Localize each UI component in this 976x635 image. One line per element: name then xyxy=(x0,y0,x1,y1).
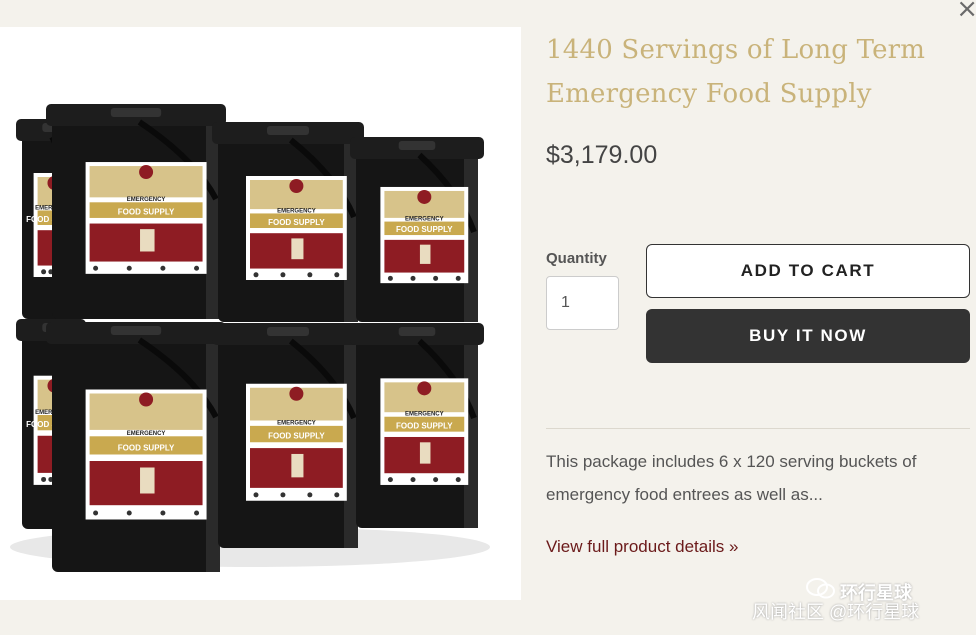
view-details-link[interactable]: View full product details » xyxy=(546,537,738,557)
quantity-label: Quantity xyxy=(546,250,607,267)
bucket-label-line1: EMERGENCY xyxy=(405,412,444,418)
bucket-bottom-center: EMERGENCY FOOD SUPPLY xyxy=(212,323,364,548)
bucket-label-line2: FOOD SUPPLY xyxy=(118,208,175,217)
bucket-label-line1: EMERGENCY xyxy=(277,421,316,427)
quantity-input[interactable] xyxy=(546,276,619,330)
close-icon[interactable]: × xyxy=(956,0,976,24)
bucket-top-left: EMERGENCY FOOD SUPPLY xyxy=(46,104,226,319)
bucket-label-line2: FOOD SUPPLY xyxy=(118,444,175,453)
bucket-label-line1: EMERGENCY xyxy=(277,208,316,214)
bucket-label-line2: FOOD SUPPLY xyxy=(268,218,325,227)
divider xyxy=(546,428,970,429)
watermark-line2: 风闻社区 @环行星球 xyxy=(752,602,920,622)
bucket-label-line2: FOOD SUPPLY xyxy=(396,225,453,234)
bucket-label-line2: FOOD SUPPLY xyxy=(268,432,325,441)
bucket-bottom-right: EMERGENCY FOOD SUPPLY xyxy=(350,323,484,528)
bucket-top-right: EMERGENCY FOOD SUPPLY xyxy=(350,137,484,322)
bucket-label-line1: EMERGENCY xyxy=(127,197,166,203)
buy-it-now-button[interactable]: BUY IT NOW xyxy=(646,309,970,363)
bucket-label-line1: EMERGENCY xyxy=(127,431,166,437)
add-to-cart-button[interactable]: ADD TO CART xyxy=(646,244,970,298)
product-image: EMERGENCY FOOD SUPPLY EMERGENCY FOOD SUPPLY… xyxy=(0,27,521,600)
product-price: $3,179.00 xyxy=(546,141,658,169)
bucket-top-center: EMERGENCY FOOD SUPPLY xyxy=(212,122,364,322)
product-description: This package includes 6 x 120 serving bu… xyxy=(546,452,917,504)
bucket-label-line2: FOOD SUPPLY xyxy=(396,421,453,430)
bucket-label-line1: EMERGENCY xyxy=(405,217,444,223)
bucket-bottom-left: EMERGENCY FOOD SUPPLY xyxy=(46,322,226,572)
product-title: 1440 Servings of Long Term Emergency Foo… xyxy=(546,35,926,109)
